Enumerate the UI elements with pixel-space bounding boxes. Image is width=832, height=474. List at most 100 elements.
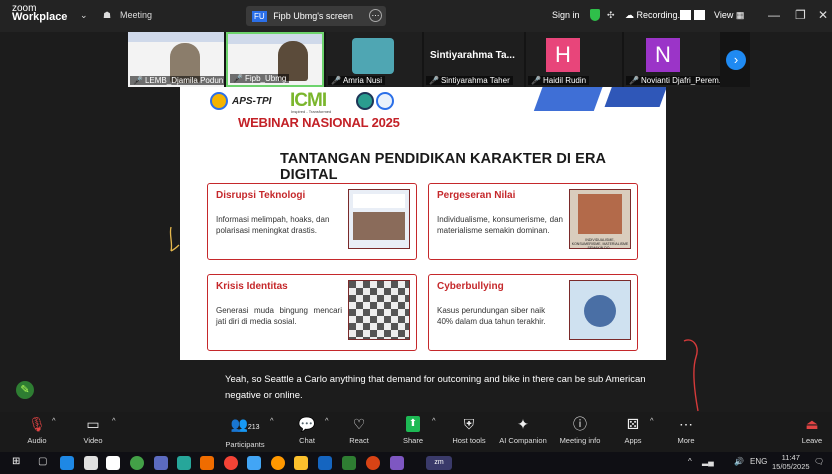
- heart-icon: ♡: [352, 416, 366, 432]
- annotation-mark: [169, 226, 180, 252]
- windows-start-icon[interactable]: ⊞: [12, 456, 20, 467]
- share-label: Share: [402, 436, 423, 445]
- zoom-taskbar-icon[interactable]: zm: [426, 456, 452, 470]
- card-body: Informasi melimpah, hoaks, dan polarisas…: [216, 215, 330, 235]
- chrome-icon[interactable]: [130, 456, 144, 470]
- app-icon[interactable]: [390, 456, 404, 470]
- chess-thumbnail: [348, 280, 410, 340]
- gallery-next-icon[interactable]: ›: [726, 50, 746, 70]
- edge-icon[interactable]: [60, 456, 74, 470]
- title-bar: zoom Workplace ⌄ ☗ Meeting FU Fipb Ubmg'…: [0, 0, 832, 32]
- clock[interactable]: 11:47 15/05/2025: [772, 453, 810, 471]
- audio-button[interactable]: 🎙 Audio: [26, 416, 48, 445]
- excel-icon[interactable]: [342, 456, 356, 470]
- meeting-info-button[interactable]: ⓘ Meeting info: [558, 416, 602, 445]
- app-icon[interactable]: [177, 456, 191, 470]
- card-body: Individualisme, konsumerisme, dan materi…: [437, 215, 563, 235]
- cloud-icon: ☁: [625, 10, 634, 20]
- chrome-icon[interactable]: [366, 456, 380, 470]
- participants-button[interactable]: 👥213 Participants: [222, 416, 268, 449]
- thumb-photo: [353, 212, 405, 240]
- audio-options-icon[interactable]: ^: [52, 416, 56, 425]
- video-options-icon[interactable]: ^: [112, 416, 116, 425]
- sign-in-link[interactable]: Sign in: [552, 10, 580, 20]
- apps-button[interactable]: ⚄ Apps: [622, 416, 644, 445]
- participant-tile[interactable]: N 🎤 Novianti Djafri_Perem...: [624, 32, 720, 87]
- stop-recording-button[interactable]: [694, 10, 705, 20]
- file-explorer-icon[interactable]: [294, 456, 308, 470]
- volume-icon[interactable]: 🔊: [734, 457, 744, 466]
- partner-logo: [356, 92, 374, 110]
- more-label: More: [677, 436, 695, 445]
- leave-button[interactable]: ⏏ Leave: [800, 416, 824, 445]
- app-icon[interactable]: [200, 456, 214, 470]
- react-button[interactable]: ♡ React: [347, 416, 371, 445]
- thumb-illustration: [578, 194, 622, 234]
- host-tools-button[interactable]: ⛨ Host tools: [450, 416, 488, 445]
- muted-mic-icon: 🎙: [28, 416, 46, 432]
- video-label: Video: [83, 436, 103, 445]
- language-indicator[interactable]: ENG: [750, 457, 767, 466]
- screen-share-indicator[interactable]: FU Fipb Ubmg's screen ⋯: [246, 6, 386, 26]
- video-button[interactable]: ▭ Video: [82, 416, 104, 445]
- icmi-logo-sub: Inspired - Transformed: [291, 109, 332, 114]
- participants-label: Participants: [225, 440, 265, 449]
- card-pergeseran: Pergeseran Nilai Individualisme, konsume…: [428, 183, 638, 260]
- participants-options-icon[interactable]: ^: [270, 416, 274, 425]
- network-icon[interactable]: ▂▄: [702, 457, 714, 466]
- recording-status[interactable]: ☁ Recording...: [625, 10, 685, 21]
- minimize-icon[interactable]: —: [768, 8, 780, 22]
- chrome-icon[interactable]: [271, 456, 285, 470]
- muted-mic-icon: 🎤: [429, 76, 439, 85]
- store-icon[interactable]: [84, 456, 98, 470]
- participant-tile[interactable]: H 🎤 Haidil Rudin: [526, 32, 622, 87]
- app-icon[interactable]: [154, 456, 168, 470]
- chat-label: Chat: [299, 436, 315, 445]
- chat-options-icon[interactable]: ^: [325, 416, 329, 425]
- participant-name: 🎤 Novianti Djafri_Perem...: [626, 76, 720, 85]
- participant-tile[interactable]: 🎤 LEMB_Djamila Podun: [128, 32, 224, 87]
- live-caption: Yeah, so Seattle a Carlo anything that d…: [225, 374, 646, 401]
- card-heading: Pergeseran Nilai: [437, 190, 516, 201]
- chrome-icon[interactable]: [224, 456, 238, 470]
- word-icon[interactable]: [318, 456, 332, 470]
- share-button[interactable]: ⬆ Share: [402, 416, 424, 445]
- annotate-pen-icon[interactable]: ✎: [16, 381, 34, 399]
- notification-icon[interactable]: 🗨: [814, 457, 824, 466]
- card-heading: Disrupsi Teknologi: [216, 190, 306, 201]
- pause-recording-button[interactable]: [680, 10, 691, 20]
- app-icon[interactable]: [247, 456, 261, 470]
- leave-icon: ⏏: [805, 416, 819, 432]
- card-disrupsi: Disrupsi Teknologi Informasi melimpah, h…: [207, 183, 417, 260]
- ai-companion-button[interactable]: ✦ AI Companion: [496, 416, 550, 445]
- meeting-label[interactable]: Meeting: [120, 10, 152, 20]
- apps-options-icon[interactable]: ^: [650, 416, 654, 425]
- tray-overflow-icon[interactable]: ^: [688, 457, 692, 466]
- share-options-icon[interactable]: ⋯: [369, 9, 382, 22]
- share-options-icon[interactable]: ^: [432, 416, 436, 425]
- more-button[interactable]: ⋯ More: [674, 416, 698, 445]
- recording-label: Recording...: [636, 10, 686, 20]
- muted-mic-icon: 🎤: [629, 76, 639, 85]
- share-screen-icon: ⬆: [406, 416, 420, 432]
- participant-tile[interactable]: 🎤 Amria Nusi: [326, 32, 422, 87]
- participant-tile-active[interactable]: 🎤 Fipb_Ubmg: [226, 32, 324, 87]
- brand-dropdown-icon[interactable]: ⌄: [80, 10, 88, 21]
- task-view-icon[interactable]: ▢: [38, 456, 47, 467]
- thumb-illustration: [584, 295, 616, 327]
- card-heading: Cyberbullying: [437, 281, 504, 292]
- security-shield-icon[interactable]: [590, 9, 600, 21]
- restore-icon[interactable]: ❐: [795, 8, 806, 22]
- participant-avatar: [352, 38, 394, 74]
- close-icon[interactable]: ✕: [818, 8, 828, 22]
- view-button[interactable]: View ▦: [714, 10, 744, 21]
- chat-button[interactable]: 💬 Chat: [296, 416, 318, 445]
- thumb-caption: INDIVIDUALISME, KONSUMERISME, MATERIALIS…: [571, 238, 629, 250]
- audio-label: Audio: [27, 436, 47, 445]
- mail-icon[interactable]: [106, 456, 120, 470]
- windows-taskbar: ⊞ ▢ zm ^ ▂▄ 🔊 ENG 11:47 15/05/2025 🗨: [0, 452, 832, 474]
- decorative-shape: [533, 87, 607, 111]
- muted-mic-icon: 🎤: [331, 76, 341, 85]
- participant-tile[interactable]: Sintiyarahma Ta... 🎤 Sintiyarahma Taher: [424, 32, 524, 87]
- muted-mic-icon: 🎤: [133, 76, 143, 85]
